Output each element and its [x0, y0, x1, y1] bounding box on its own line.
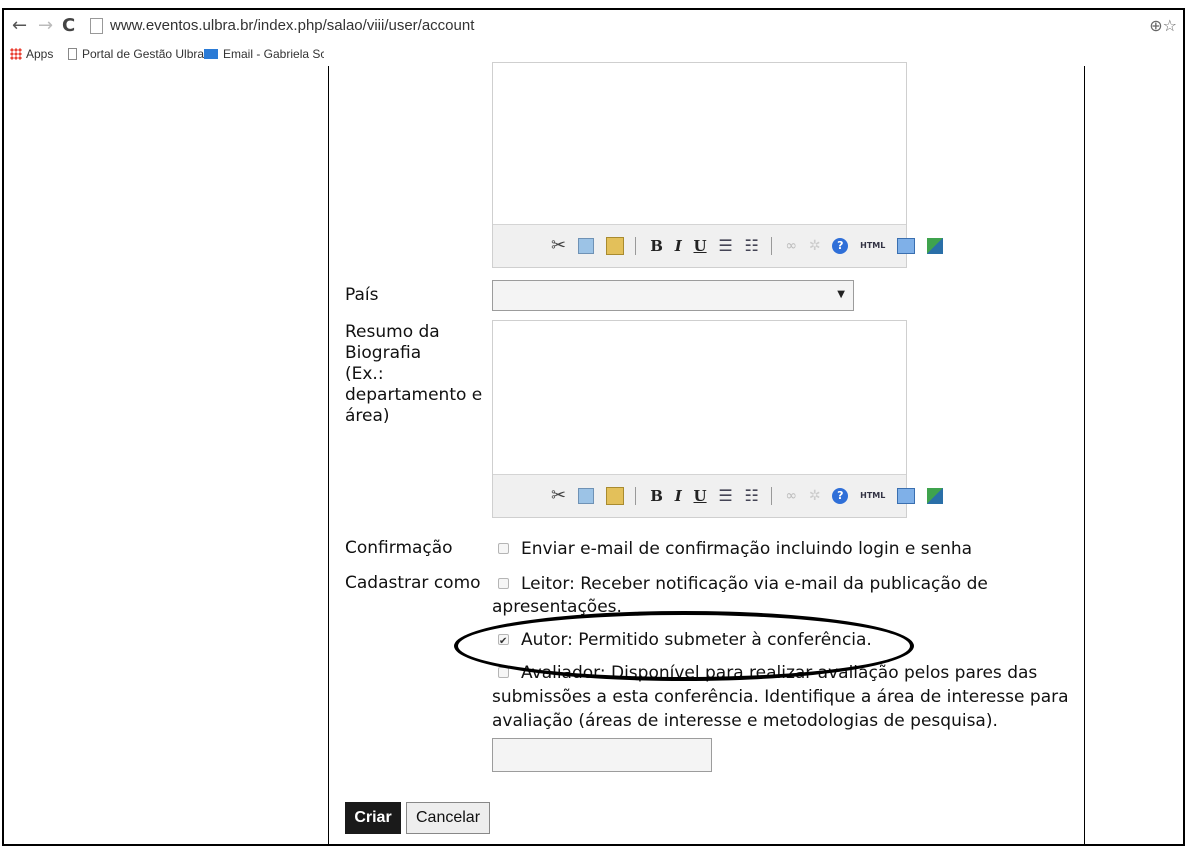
back-arrow-icon[interactable]: ← [12, 16, 27, 36]
page-icon [90, 18, 103, 34]
autor-option-text: Autor: Permitido submeter à conferência. [521, 630, 872, 650]
confirm-checkbox[interactable] [498, 543, 509, 554]
editor-toolbar: ✂ B I U ☰ ☷ ∞ ✲ ? HTML [493, 224, 943, 267]
url-text[interactable]: www.eventos.ulbra.br/index.php/salao/vii… [110, 17, 474, 34]
help-icon[interactable]: ? [832, 237, 849, 254]
unlink-icon[interactable]: ✲ [809, 488, 821, 504]
confirmacao-label: Confirmação [345, 538, 453, 558]
toolbar-separator [635, 486, 637, 505]
toolbar-separator [770, 486, 772, 505]
zoom-star-icons[interactable]: ⊕☆ [1149, 16, 1177, 35]
avaliador-option-line2: submissões a esta conferência. Identifiq… [492, 687, 1069, 707]
help-icon[interactable]: ? [832, 487, 849, 504]
toolbar-separator [770, 236, 772, 255]
html-icon[interactable]: HTML [860, 491, 885, 500]
fullscreen-icon[interactable] [897, 237, 916, 254]
confirm-option: Enviar e-mail de confirmação incluindo l… [498, 537, 972, 561]
copy-icon[interactable] [577, 237, 594, 254]
bookmark-portal[interactable]: Portal de Gestão Ulbra [68, 47, 204, 61]
link-icon[interactable]: ∞ [785, 238, 797, 254]
copy-icon[interactable] [577, 487, 594, 504]
bookmark-email[interactable]: Email - Gabriela Schoe [204, 47, 324, 61]
page-icon [68, 48, 77, 60]
image-icon[interactable] [926, 487, 943, 504]
html-icon[interactable]: HTML [860, 241, 885, 250]
editor-toolbar: ✂ B I U ☰ ☷ ∞ ✲ ? HTML [493, 474, 943, 517]
leitor-option-text: Leitor: Receber notificação via e-mail d… [521, 574, 988, 594]
fullscreen-icon[interactable] [897, 487, 916, 504]
avaliador-checkbox[interactable] [498, 667, 509, 678]
bio-editor: ✂ B I U ☰ ☷ ∞ ✲ ? HTML [492, 320, 943, 518]
avaliador-option-text: Avaliador: Disponível para realizar aval… [521, 663, 1038, 683]
dropdown-arrow-icon: ▼ [837, 289, 845, 300]
rich-text-editor-top: ✂ B I U ☰ ☷ ∞ ✲ ? HTML [492, 62, 943, 268]
bold-icon[interactable]: B [650, 237, 663, 255]
bio-label-line: (Ex.: [345, 364, 384, 384]
bio-label-line: Biografia [345, 343, 422, 363]
bold-icon[interactable]: B [650, 487, 663, 505]
leitor-checkbox[interactable] [498, 578, 509, 589]
bio-textarea[interactable] [493, 321, 906, 477]
autor-option: Autor: Permitido submeter à conferência. [498, 628, 872, 654]
underline-icon[interactable]: U [694, 487, 707, 505]
bookmark-apps[interactable]: Apps [10, 47, 53, 61]
cut-icon[interactable]: ✂ [551, 235, 566, 256]
autor-checkbox[interactable] [498, 630, 509, 654]
browser-window: ← → C www.eventos.ulbra.br/index.php/sal… [2, 8, 1185, 846]
cancelar-button[interactable]: Cancelar [406, 802, 490, 834]
bio-label: Resumo da Biografia (Ex.: departamento e… [345, 322, 482, 427]
interests-input[interactable] [492, 738, 712, 772]
reload-icon[interactable]: C [62, 16, 75, 36]
bio-label-line: área) [345, 406, 390, 426]
forward-arrow-icon[interactable]: → [38, 16, 53, 36]
mail-icon [204, 49, 218, 59]
italic-icon[interactable]: I [675, 237, 682, 255]
cadastrar-label: Cadastrar como [345, 573, 481, 593]
pais-select[interactable]: ▼ [492, 280, 854, 311]
numbered-list-icon[interactable]: ☷ [745, 236, 759, 255]
avaliador-option-line3: avaliação (áreas de interesse e metodolo… [492, 711, 998, 731]
leitor-option-line2: apresentações. [492, 597, 622, 617]
underline-icon[interactable]: U [694, 237, 707, 255]
avaliador-option: Avaliador: Disponível para realizar aval… [498, 661, 1037, 685]
toolbar-separator [635, 236, 637, 255]
pais-label: País [345, 285, 379, 305]
bio-label-line: departamento e [345, 385, 483, 405]
bullet-list-icon[interactable]: ☰ [718, 236, 732, 255]
image-icon[interactable] [926, 237, 943, 254]
link-icon[interactable]: ∞ [785, 488, 797, 504]
paste-icon[interactable] [605, 486, 624, 505]
confirm-option-text: Enviar e-mail de confirmação incluindo l… [521, 539, 973, 559]
address-bar-row: ← → C www.eventos.ulbra.br/index.php/sal… [4, 10, 1183, 44]
editor-textarea[interactable] [493, 63, 906, 227]
leitor-option: Leitor: Receber notificação via e-mail d… [498, 572, 988, 596]
apps-grid-icon [10, 48, 22, 60]
unlink-icon[interactable]: ✲ [809, 238, 821, 254]
cut-icon[interactable]: ✂ [551, 485, 566, 506]
bio-label-line: Resumo da [345, 322, 440, 342]
page-content: ✂ B I U ☰ ☷ ∞ ✲ ? HTML País ▼ Resumo da … [4, 62, 1183, 844]
numbered-list-icon[interactable]: ☷ [745, 486, 759, 505]
address-bar[interactable]: www.eventos.ulbra.br/index.php/salao/vii… [90, 15, 1170, 39]
italic-icon[interactable]: I [675, 487, 682, 505]
bullet-list-icon[interactable]: ☰ [718, 486, 732, 505]
paste-icon[interactable] [605, 236, 624, 255]
form-column: ✂ B I U ☰ ☷ ∞ ✲ ? HTML País ▼ Resumo da … [328, 62, 1085, 844]
criar-button[interactable]: Criar [345, 802, 401, 834]
